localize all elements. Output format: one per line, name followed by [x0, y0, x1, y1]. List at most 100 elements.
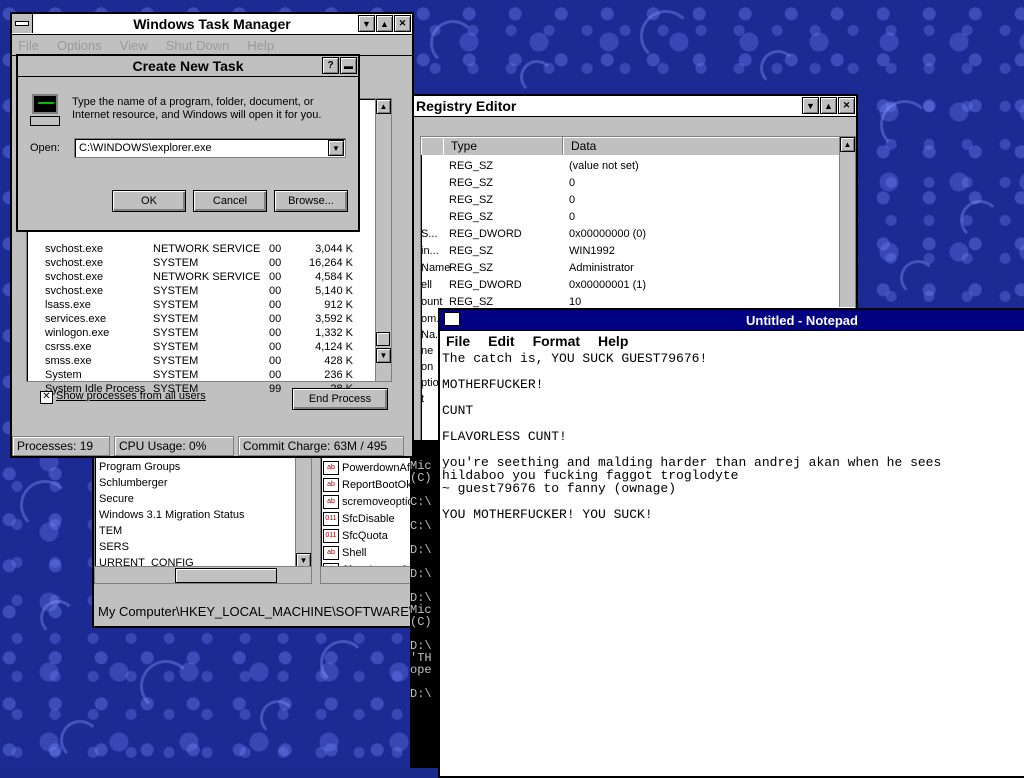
notepad-menu-help[interactable]: Help — [598, 333, 628, 349]
open-label: Open: — [30, 142, 60, 154]
registry-value-type: REG_SZ — [449, 296, 494, 308]
registry-tree-item[interactable]: SERS — [99, 541, 129, 553]
process-row[interactable]: lsass.exe SYSTEM 00 912 K — [27, 299, 373, 313]
open-input[interactable]: C:\WINDOWS\explorer.exe — [79, 142, 212, 154]
registry-partial-name: on — [421, 361, 434, 373]
task-manager-titlebar[interactable]: Windows Task Manager ▼ ▲ ✕ — [12, 14, 412, 35]
notepad-menu-file[interactable]: File — [446, 333, 470, 349]
registry-value-item-label: SfcQuota — [342, 529, 388, 542]
process-row[interactable]: winlogon.exe SYSTEM 00 1,332 K — [27, 327, 373, 341]
notepad-titlebar[interactable]: Untitled - Notepad — [440, 310, 1024, 331]
process-name: lsass.exe — [45, 299, 91, 311]
registry-tree-vscroll[interactable]: ▼ — [295, 457, 311, 569]
process-user: NETWORK SERVICE — [153, 243, 261, 255]
process-mem: 5,140 K — [315, 285, 353, 297]
registry-tree-hscroll[interactable] — [95, 566, 311, 583]
process-row[interactable]: services.exe SYSTEM 00 3,592 K — [27, 313, 373, 327]
registry-tree-item[interactable]: Schlumberger — [99, 477, 167, 489]
notepad-menu-edit[interactable]: Edit — [488, 333, 514, 349]
registry-tree-item[interactable]: TEM — [99, 525, 122, 537]
tm-menu-options[interactable]: Options — [57, 38, 102, 53]
registry-value-name: Name — [421, 262, 451, 274]
registry-value-data: 0 — [569, 211, 576, 223]
close-icon[interactable]: ✕ — [394, 15, 411, 32]
registry-column-header-name[interactable] — [421, 137, 444, 155]
registry-value-type: REG_DWORD — [449, 228, 522, 240]
registry-value-row[interactable]: REG_SZ (value not set) — [421, 159, 839, 176]
process-mem: 3,592 K — [315, 313, 353, 325]
notepad-text: The catch is, YOU SUCK GUEST79676! MOTHE… — [442, 351, 942, 522]
registry-value-item[interactable]: ab scremoveoptio — [323, 495, 414, 509]
process-row[interactable]: svchost.exe NETWORK SERVICE 00 3,044 K — [27, 243, 373, 257]
registry-tree-item[interactable]: Windows 3.1 Migration Status — [99, 509, 245, 521]
notepad-window: Untitled - Notepad File Edit Format Help… — [438, 308, 1024, 778]
chevron-down-icon[interactable]: ▼ — [328, 140, 344, 156]
process-row[interactable]: csrss.exe SYSTEM 00 4,124 K — [27, 341, 373, 355]
cancel-button[interactable]: Cancel — [193, 190, 267, 212]
registry-value-row[interactable]: in... REG_SZ WIN1992 — [421, 244, 839, 261]
process-user: SYSTEM — [153, 341, 199, 353]
close-icon[interactable]: ▬ — [340, 57, 357, 74]
registry-value-row[interactable]: Name REG_SZ Administrator — [421, 261, 839, 278]
tm-menu-help[interactable]: Help — [247, 38, 274, 53]
maximize-icon[interactable]: ▲ — [820, 97, 837, 114]
registry-value-item[interactable]: 011 SfcQuota — [323, 529, 388, 543]
process-row[interactable]: svchost.exe SYSTEM 00 5,140 K — [27, 285, 373, 299]
registry-value-item[interactable]: ab PowerdownAf — [323, 461, 410, 475]
minimize-icon[interactable]: ▼ — [802, 97, 819, 114]
tm-menu-file[interactable]: File — [18, 38, 39, 53]
registry-value-type-icon: ab — [323, 461, 339, 475]
registry-column-header-data[interactable]: Data — [563, 137, 839, 155]
process-mem: 236 K — [324, 369, 353, 381]
notepad-menubar: File Edit Format Help — [440, 331, 1024, 352]
process-user: SYSTEM — [153, 327, 199, 339]
registry-value-row[interactable]: REG_SZ 0 — [421, 210, 839, 227]
process-user: SYSTEM — [153, 355, 199, 367]
registry-value-row[interactable]: S... REG_DWORD 0x00000000 (0) — [421, 227, 839, 244]
registry-value-hscroll[interactable] — [321, 566, 415, 583]
registry-value-row[interactable]: REG_SZ 0 — [421, 176, 839, 193]
registry-value-item[interactable]: ab ReportBootOk — [323, 478, 412, 492]
end-process-button[interactable]: End Process — [292, 388, 388, 410]
show-all-users-checkbox[interactable]: ✕ — [40, 391, 53, 404]
process-row[interactable]: smss.exe SYSTEM 00 428 K — [27, 355, 373, 369]
close-icon[interactable]: ✕ — [838, 97, 855, 114]
notepad-text-area[interactable]: The catch is, YOU SUCK GUEST79676! MOTHE… — [440, 350, 1024, 776]
tm-menu-view[interactable]: View — [120, 38, 148, 53]
process-name: smss.exe — [45, 355, 92, 367]
process-list-scrollbar[interactable]: ▲ ▼ — [375, 99, 391, 381]
open-combobox[interactable]: C:\WINDOWS\explorer.exe ▼ — [74, 138, 346, 158]
browse-button[interactable]: Browse... — [274, 190, 348, 212]
process-row[interactable]: System SYSTEM 00 236 K — [27, 369, 373, 383]
scroll-up-icon[interactable]: ▲ — [840, 137, 855, 152]
process-mem: 16,264 K — [308, 257, 353, 269]
scroll-down-icon[interactable]: ▼ — [376, 348, 391, 363]
ok-button[interactable]: OK — [112, 190, 186, 212]
notepad-menu-format[interactable]: Format — [533, 333, 580, 349]
registry-value-item[interactable]: ab Shell — [323, 546, 366, 560]
scroll-up-icon[interactable]: ▲ — [376, 99, 391, 114]
system-menu-icon[interactable] — [12, 14, 33, 33]
registry-value-item-label: ReportBootOk — [342, 478, 412, 491]
process-row[interactable]: svchost.exe NETWORK SERVICE 00 4,584 K — [27, 271, 373, 285]
registry-value-type: REG_SZ — [449, 262, 494, 274]
registry-value-row[interactable]: ell REG_DWORD 0x00000001 (1) — [421, 278, 839, 295]
process-user: NETWORK SERVICE — [153, 271, 261, 283]
registry-value-data: 0 — [569, 194, 576, 206]
registry-value-item-label: scremoveoptio — [342, 495, 414, 508]
process-name: svchost.exe — [45, 243, 104, 255]
registry-tree-item[interactable]: Secure — [99, 493, 134, 505]
process-row[interactable]: svchost.exe SYSTEM 00 16,264 K — [27, 257, 373, 271]
registry-value-item[interactable]: 011 SfcDisable — [323, 512, 395, 526]
registry-value-type: REG_SZ — [449, 194, 494, 206]
registry-values-scrollbar[interactable]: ▲ — [839, 137, 855, 307]
registry-tree-item[interactable]: Program Groups — [99, 461, 180, 473]
registry-column-header-type[interactable]: Type — [443, 137, 563, 155]
minimize-icon[interactable]: ▼ — [358, 15, 375, 32]
show-all-users-label[interactable]: Show processes from all users — [56, 390, 206, 402]
registry-value-row[interactable]: REG_SZ 0 — [421, 193, 839, 210]
maximize-icon[interactable]: ▲ — [376, 15, 393, 32]
tm-menu-shutdown[interactable]: Shut Down — [166, 38, 230, 53]
create-task-titlebar[interactable]: Create New Task ? ▬ — [18, 56, 358, 77]
help-icon[interactable]: ? — [322, 57, 339, 74]
